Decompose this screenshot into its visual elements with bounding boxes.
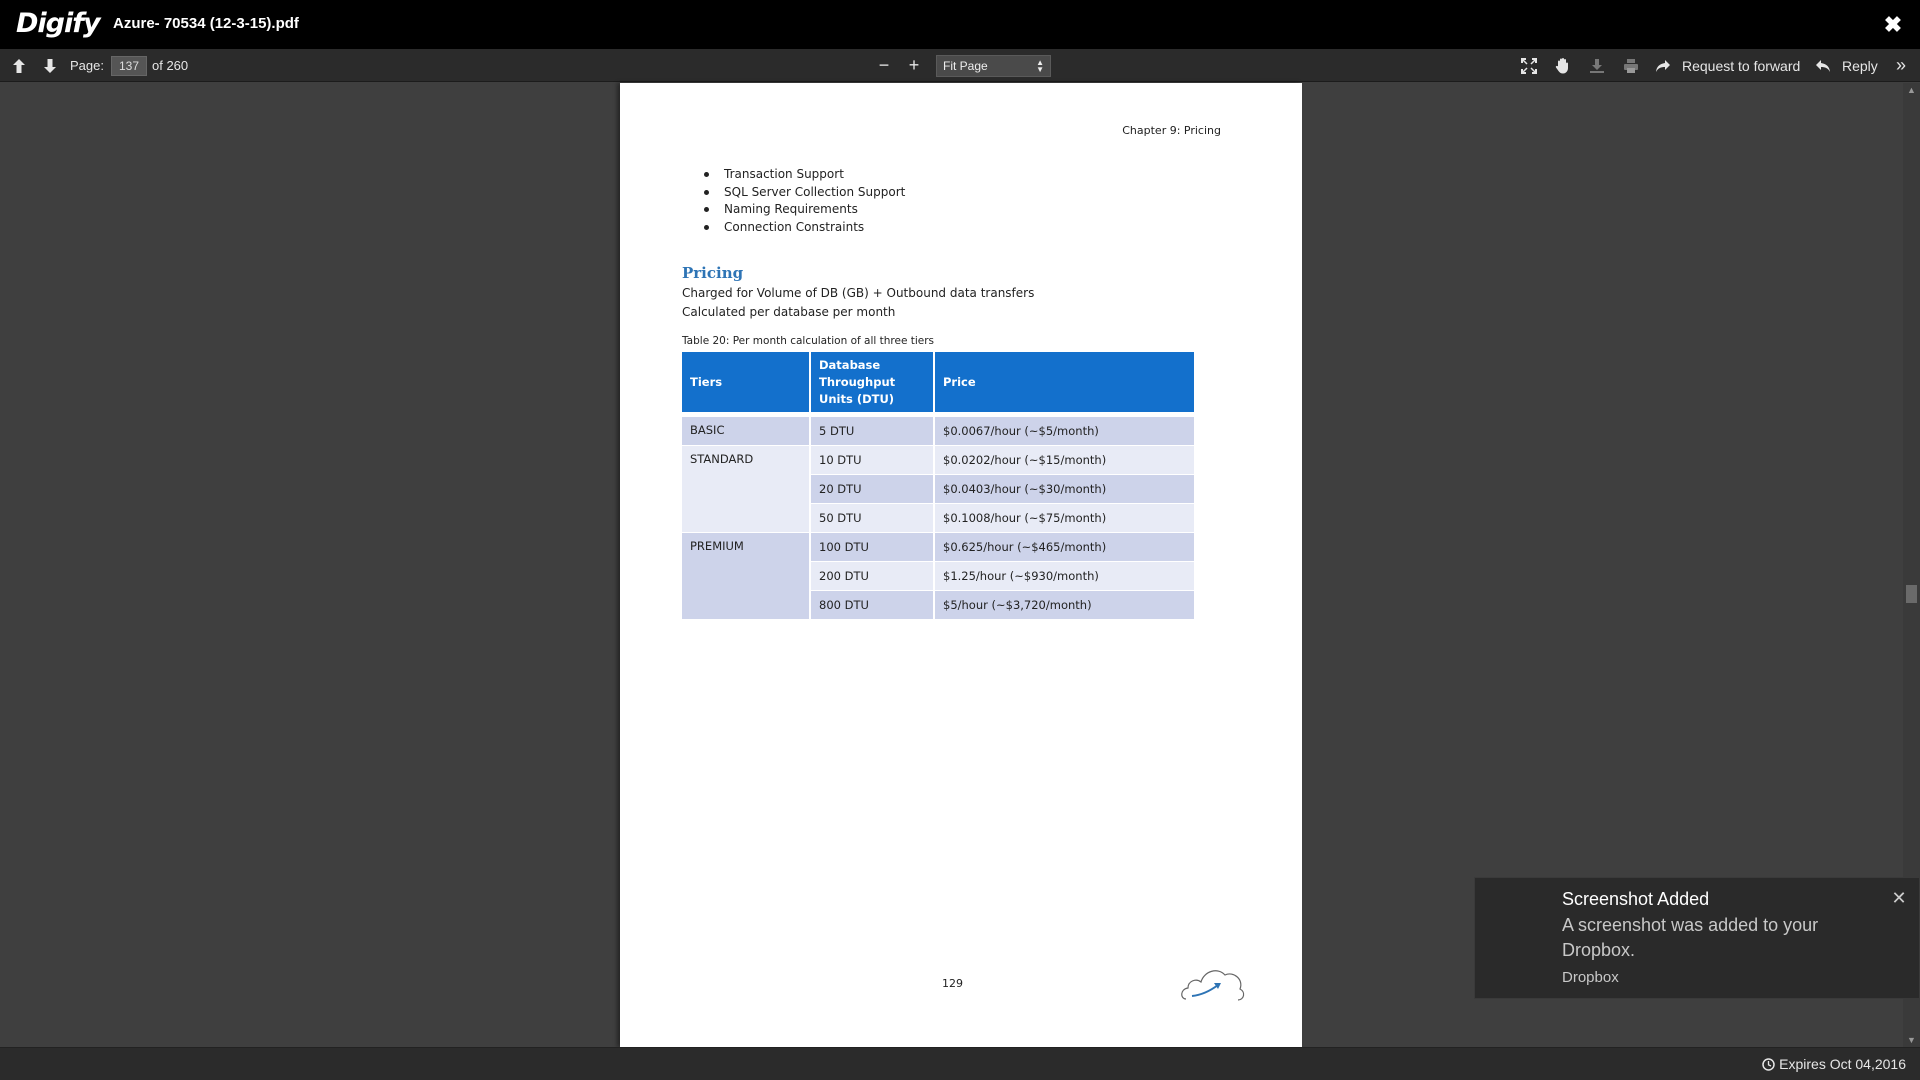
- scrollbar-thumb[interactable]: [1906, 585, 1917, 603]
- expiry-text: Expires Oct 04,2016: [1779, 1056, 1906, 1072]
- paragraph-line: Charged for Volume of DB (GB) + Outbound…: [682, 286, 1035, 300]
- table-row: STANDARD 10 DTU $0.0202/hour (~$15/month…: [682, 445, 1194, 533]
- zoom-select[interactable]: Fit Page ▲ ▼: [936, 54, 1051, 77]
- dtu-cell: 50 DTU: [810, 503, 935, 533]
- reply-arrow-icon: [1816, 59, 1830, 72]
- status-bar: Expires Oct 04,2016: [0, 1047, 1920, 1080]
- list-item: SQL Server Collection Support: [704, 184, 905, 202]
- scroll-down-icon[interactable]: ▼: [1906, 1035, 1917, 1045]
- dtu-cell: 200 DTU: [810, 561, 935, 591]
- column-header: Price: [934, 352, 1194, 412]
- price-cell: $1.25/hour (~$930/month): [934, 561, 1194, 591]
- notification-source: Dropbox: [1562, 969, 1619, 986]
- notification-body: A screenshot was added to your Dropbox.: [1562, 915, 1819, 960]
- zoom-out-button[interactable]: −: [876, 49, 892, 82]
- plus-icon: +: [908, 55, 920, 75]
- dtu-cell: 800 DTU: [810, 590, 935, 620]
- bullet-list: Transaction Support SQL Server Collectio…: [704, 166, 905, 236]
- request-forward-button[interactable]: Request to forward: [1682, 49, 1800, 82]
- close-icon[interactable]: ✕: [1889, 888, 1909, 908]
- fullscreen-button[interactable]: [1518, 49, 1540, 82]
- table-row: BASIC 5 DTU $0.0067/hour (~$5/month): [682, 416, 1194, 446]
- table-caption: Table 20: Per month calculation of all t…: [682, 335, 935, 347]
- price-cell: $5/hour (~$3,720/month): [934, 590, 1194, 620]
- section-heading: Pricing: [682, 264, 744, 282]
- pricing-table: Tiers Database Throughput Units (DTU) Pr…: [682, 352, 1194, 620]
- expiry-notice: Expires Oct 04,2016: [1762, 1056, 1906, 1072]
- list-item: Naming Requirements: [704, 201, 905, 219]
- notification-title: Screenshot Added: [1562, 889, 1710, 909]
- price-cell: $0.625/hour (~$465/month): [934, 532, 1194, 562]
- previous-page-button[interactable]: [10, 49, 28, 82]
- table-header-row: Tiers Database Throughput Units (DTU) Pr…: [682, 352, 1194, 412]
- tier-cell: STANDARD: [682, 445, 811, 533]
- zoom-in-button[interactable]: +: [906, 49, 922, 82]
- download-icon: [1590, 58, 1604, 73]
- hand-icon: [1555, 58, 1568, 74]
- close-icon[interactable]: ✖: [1880, 12, 1906, 38]
- column-header: Tiers: [682, 352, 811, 412]
- page-label: Page:: [70, 58, 104, 73]
- table-row: PREMIUM 100 DTU $0.625/hour (~$465/month…: [682, 532, 1194, 620]
- list-item: Transaction Support: [704, 166, 905, 184]
- pan-tool-button[interactable]: [1552, 49, 1574, 82]
- arrow-up-icon: [13, 58, 25, 73]
- page-footer-number: 129: [942, 977, 963, 990]
- document-title: Azure- 70534 (12-3-15).pdf: [113, 15, 299, 32]
- reply-button[interactable]: Reply: [1842, 49, 1878, 82]
- page-total: of 260: [152, 58, 189, 73]
- price-cell: $0.1008/hour (~$75/month): [934, 503, 1194, 533]
- reply-icon-button[interactable]: [1814, 49, 1832, 82]
- dtu-cell: 5 DTU: [810, 416, 935, 446]
- cloud-logo-icon: [1181, 970, 1245, 1001]
- chapter-header: Chapter 9: Pricing: [1122, 124, 1221, 137]
- clock-icon: [1762, 1057, 1775, 1071]
- app-logo: Digify: [16, 8, 101, 39]
- price-cell: $0.0403/hour (~$30/month): [934, 474, 1194, 504]
- printer-icon: [1624, 58, 1638, 73]
- zoom-value: Fit Page: [943, 58, 988, 73]
- forward-icon-button[interactable]: [1654, 49, 1672, 82]
- page-number-input[interactable]: [111, 55, 147, 76]
- dtu-cell: 100 DTU: [810, 532, 935, 562]
- fullscreen-icon: [1521, 57, 1537, 74]
- tier-cell: BASIC: [682, 416, 811, 446]
- more-tools-button[interactable]: »: [1893, 49, 1909, 82]
- scroll-up-icon[interactable]: ▲: [1906, 85, 1917, 95]
- arrow-down-icon: [44, 58, 56, 73]
- pdf-page: Chapter 9: Pricing Transaction Support S…: [620, 83, 1302, 1047]
- select-arrows-icon: ▲ ▼: [1036, 57, 1044, 74]
- minus-icon: −: [878, 55, 890, 75]
- paragraph-line: Calculated per database per month: [682, 305, 896, 319]
- download-button[interactable]: [1586, 49, 1608, 82]
- tier-cell: PREMIUM: [682, 532, 811, 620]
- double-chevron-right-icon: »: [1895, 55, 1906, 75]
- price-cell: $0.0202/hour (~$15/month): [934, 445, 1194, 475]
- price-cell: $0.0067/hour (~$5/month): [934, 416, 1194, 446]
- notification-toast[interactable]: Screenshot Added A screenshot was added …: [1474, 877, 1920, 999]
- dtu-cell: 20 DTU: [810, 474, 935, 504]
- forward-arrow-icon: [1656, 59, 1670, 72]
- title-bar: Digify Azure- 70534 (12-3-15).pdf ✖: [0, 0, 1920, 49]
- next-page-button[interactable]: [41, 49, 59, 82]
- list-item: Connection Constraints: [704, 219, 905, 237]
- column-header: Database Throughput Units (DTU): [810, 352, 935, 412]
- toolbar: Page: of 260 − + Fit Page ▲▼ Request to …: [0, 49, 1920, 82]
- dtu-cell: 10 DTU: [810, 445, 935, 475]
- print-button[interactable]: [1620, 49, 1642, 82]
